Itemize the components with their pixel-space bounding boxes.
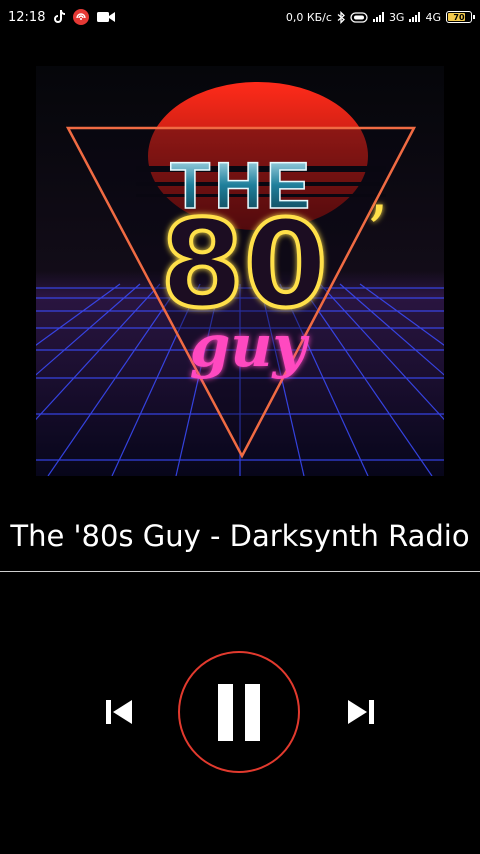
battery-level: 70 (453, 12, 465, 22)
signal-icon-2 (409, 12, 421, 22)
radio-app-icon (73, 9, 90, 25)
skip-previous-icon (106, 700, 132, 724)
network-type-2: 4G (425, 10, 441, 24)
cover-text-guy: guy (190, 312, 311, 380)
next-button[interactable] (338, 692, 384, 732)
status-bar-left: 12:18 (8, 9, 116, 25)
cover-text-apostrophe: ’ (366, 191, 388, 273)
video-camera-icon (97, 11, 116, 23)
skip-next-icon (348, 700, 374, 724)
divider (0, 571, 480, 572)
clock: 12:18 (8, 9, 46, 25)
status-bar: 12:18 0,0 КБ/с 3G 4G 70 (0, 0, 480, 34)
play-pause-button[interactable] (178, 651, 300, 773)
signal-icon (372, 12, 384, 22)
pause-icon (212, 683, 266, 741)
battery-icon: 70 (446, 11, 475, 23)
station-title: The '80s Guy - Darksynth Radio (10, 519, 470, 553)
bluetooth-icon (337, 10, 345, 24)
tiktok-icon (53, 10, 66, 24)
network-type-1: 3G (388, 10, 405, 24)
station-cover-art: THE 80 ’ guy (36, 66, 444, 476)
previous-button[interactable] (96, 692, 142, 732)
playback-controls (0, 651, 480, 773)
network-speed: 0,0 КБ/с (285, 10, 332, 24)
data-saver-icon (350, 11, 368, 23)
status-bar-right: 0,0 КБ/с 3G 4G 70 (285, 10, 475, 24)
